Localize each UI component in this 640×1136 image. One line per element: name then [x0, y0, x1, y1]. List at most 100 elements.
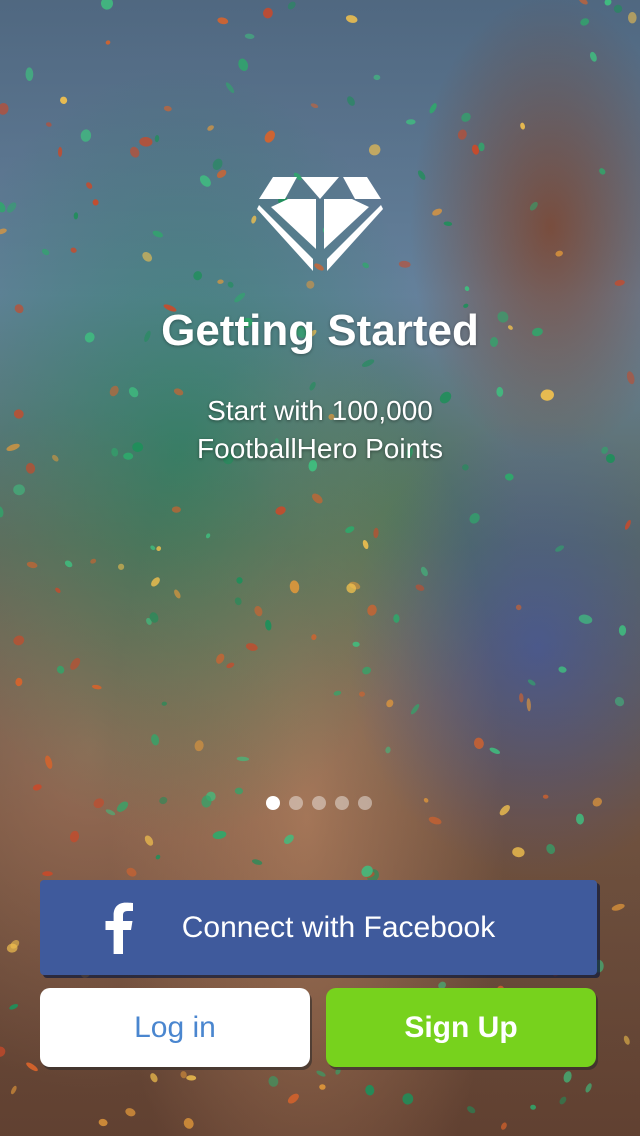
confetti-piece — [55, 587, 61, 593]
confetti-piece — [254, 605, 263, 617]
confetti-piece — [626, 371, 635, 385]
confetti-piece — [373, 527, 379, 539]
confetti-piece — [130, 146, 140, 158]
confetti-piece — [613, 4, 623, 13]
confetti-piece — [365, 1084, 375, 1096]
confetti-piece — [614, 279, 625, 286]
log-in-button[interactable]: Log in — [40, 988, 310, 1067]
confetti-piece — [406, 119, 416, 125]
confetti-piece — [312, 493, 323, 504]
confetti-piece — [467, 1106, 476, 1114]
confetti-piece — [385, 746, 391, 754]
connect-facebook-button[interactable]: Connect with Facebook — [40, 880, 597, 975]
confetti-piece — [161, 701, 167, 706]
confetti-piece — [519, 693, 524, 703]
confetti-piece — [236, 756, 250, 762]
confetti-piece — [362, 359, 375, 367]
confetti-piece — [73, 212, 79, 220]
subtitle-line: FootballHero Points — [197, 433, 443, 464]
confetti-piece — [234, 292, 246, 303]
page-dot-3[interactable] — [312, 796, 326, 810]
confetti-piece — [64, 560, 73, 568]
confetti-piece — [262, 7, 273, 19]
confetti-piece — [91, 684, 102, 690]
confetti-piece — [86, 182, 93, 189]
confetti-piece — [589, 51, 597, 62]
confetti-piece — [333, 690, 342, 696]
confetti-piece — [469, 513, 480, 524]
confetti-piece — [499, 805, 510, 816]
confetti-piece — [45, 755, 53, 769]
confetti-piece — [618, 625, 627, 636]
confetti-piece — [0, 506, 4, 518]
confetti-piece — [505, 473, 514, 481]
confetti-piece — [289, 580, 300, 594]
confetti-piece — [98, 1118, 108, 1127]
confetti-piece — [347, 96, 355, 106]
page-dot-5[interactable] — [358, 796, 372, 810]
sign-up-button[interactable]: Sign Up — [326, 988, 596, 1067]
confetti-piece — [109, 385, 119, 397]
confetti-piece — [559, 1096, 567, 1105]
page-dot-1[interactable] — [266, 796, 280, 810]
confetti-piece — [624, 519, 631, 530]
confetti-piece — [265, 619, 272, 631]
page-dot-2[interactable] — [289, 796, 303, 810]
confetti-piece — [623, 1035, 630, 1045]
confetti-piece — [159, 796, 168, 805]
confetti-piece — [15, 677, 23, 687]
diamond-icon — [257, 177, 383, 271]
confetti-piece — [520, 122, 525, 130]
confetti-piece — [287, 1, 296, 10]
confetti-piece — [41, 248, 50, 256]
confetti-piece — [417, 170, 426, 180]
confetti-piece — [45, 122, 52, 127]
confetti-piece — [309, 381, 316, 391]
confetti-piece — [512, 847, 525, 858]
confetti-piece — [362, 666, 371, 675]
confetti-piece — [154, 135, 160, 143]
confetti-piece — [105, 40, 111, 45]
confetti-piece — [473, 737, 484, 749]
confetti-piece — [70, 247, 77, 253]
confetti-piece — [234, 787, 243, 795]
confetti-piece — [275, 506, 286, 515]
confetti-piece — [116, 801, 129, 812]
confetti-piece — [306, 280, 315, 289]
confetti-piece — [393, 614, 400, 623]
confetti-piece — [345, 15, 358, 23]
confetti-piece — [367, 604, 377, 616]
confetti-piece — [244, 33, 255, 39]
confetti-piece — [268, 1076, 279, 1087]
confetti-piece — [316, 1070, 326, 1077]
confetti-piece — [139, 136, 153, 147]
confetti-piece — [163, 105, 172, 112]
confetti-piece — [227, 281, 234, 288]
confetti-piece — [461, 112, 471, 122]
page-indicator[interactable] — [266, 796, 372, 810]
confetti-piece — [429, 103, 437, 114]
confetti-piece — [117, 563, 125, 570]
confetti-piece — [432, 208, 443, 216]
confetti-piece — [92, 199, 99, 206]
confetti-piece — [238, 58, 249, 72]
confetti-piece — [542, 794, 549, 799]
confetti-piece — [579, 0, 588, 5]
confetti-piece — [420, 566, 428, 577]
confetti-piece — [217, 279, 224, 284]
confetti-piece — [457, 129, 467, 140]
page-dot-4[interactable] — [335, 796, 349, 810]
confetti-piece — [193, 271, 203, 281]
confetti-piece — [13, 635, 25, 646]
confetti-piece — [207, 125, 214, 131]
confetti-piece — [151, 577, 160, 587]
sign-up-label: Sign Up — [404, 1010, 518, 1044]
confetti-piece — [540, 389, 554, 401]
confetti-piece — [605, 454, 615, 463]
confetti-piece — [57, 146, 63, 157]
confetti-piece — [585, 1083, 592, 1093]
confetti-piece — [345, 526, 355, 533]
confetti-piece — [428, 816, 442, 825]
confetti-piece — [156, 546, 162, 552]
confetti-piece — [368, 144, 381, 156]
